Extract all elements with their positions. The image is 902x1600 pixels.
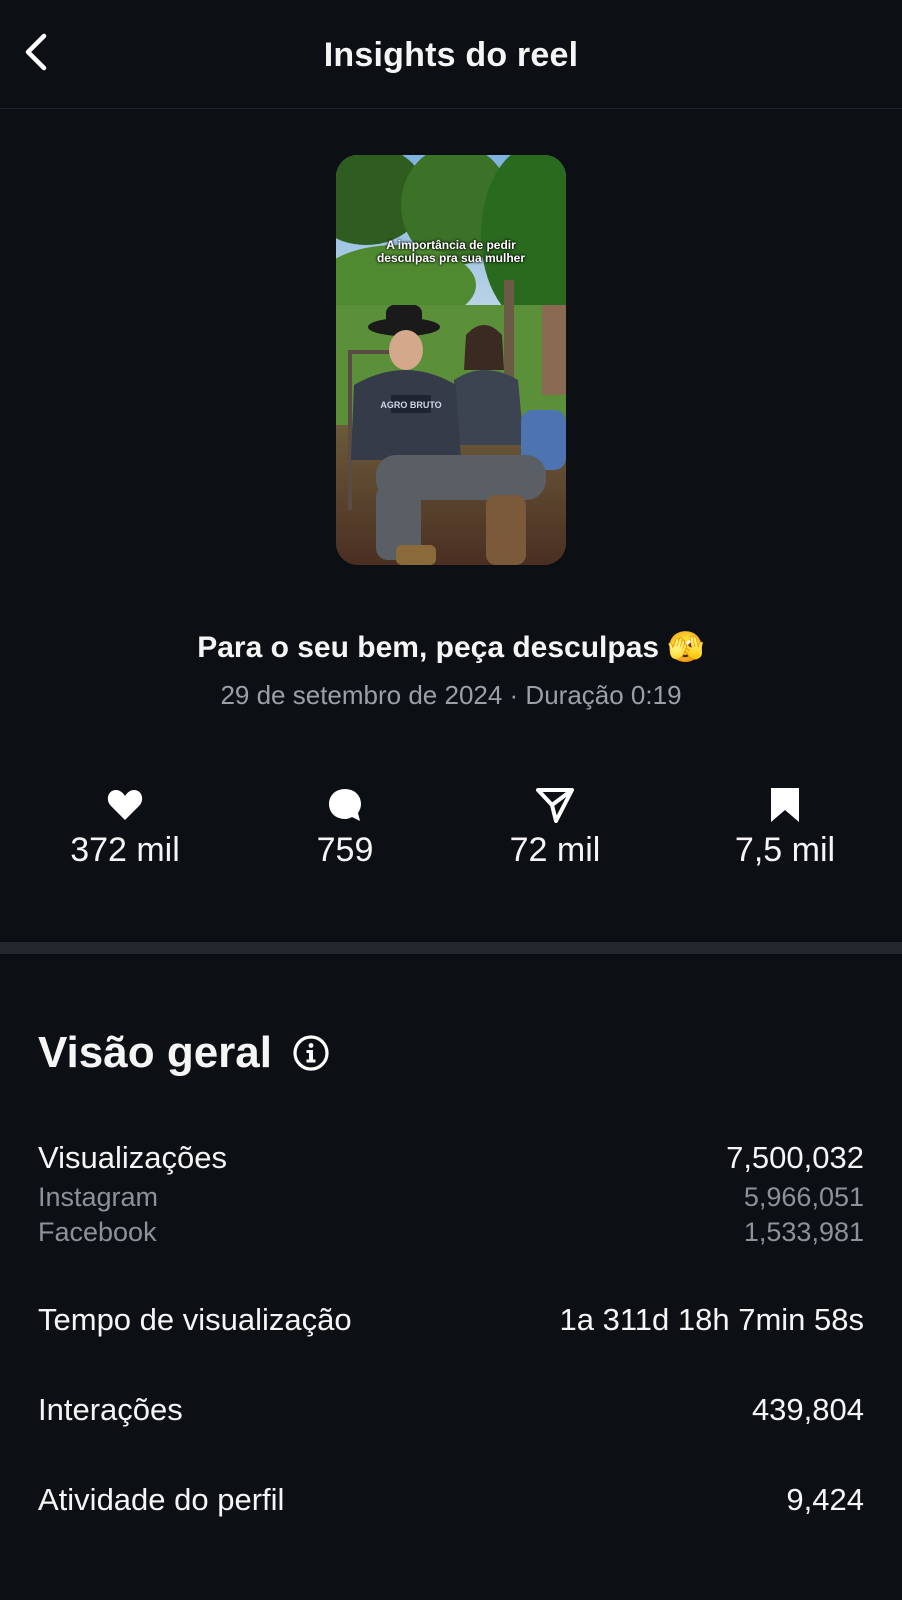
reel-thumbnail[interactable]: AGRO BRUTO A importância de pedir descul… [336, 155, 566, 565]
stat-shares: 72 mil [455, 785, 655, 870]
engagement-stats: 372 mil 759 72 mil 7,5 mil [0, 785, 902, 885]
watch-time-value: 1a 311d 18h 7min 58s [559, 1302, 865, 1337]
comment-icon [329, 789, 361, 821]
stat-comments: 759 [245, 785, 445, 870]
likes-count: 372 mil [70, 831, 180, 869]
info-icon [293, 1035, 329, 1071]
profile-activity-value: 9,424 [786, 1482, 864, 1517]
instagram-views-row: Instagram 5,966,051 [38, 1182, 864, 1213]
stat-likes: 372 mil [25, 785, 225, 870]
top-bar: Insights do reel [0, 0, 902, 109]
overview-heading: Visão geral [38, 1028, 330, 1078]
overview-title: Visão geral [38, 1028, 272, 1077]
saves-count: 7,5 mil [734, 831, 836, 869]
thumbnail-print: AGRO BRUTO [380, 400, 441, 410]
reel-thumbnail-image: AGRO BRUTO [336, 155, 566, 565]
watch-time-row: Tempo de visualização 1a 311d 18h 7min 5… [38, 1302, 864, 1338]
send-icon [536, 788, 574, 823]
instagram-value: 5,966,051 [743, 1182, 864, 1212]
reel-title: Para o seu bem, peça desculpas 🫣 [197, 631, 705, 664]
facebook-label: Facebook [38, 1217, 157, 1247]
watch-time-label: Tempo de visualização [38, 1302, 352, 1337]
views-row: Visualizações 7,500,032 [38, 1140, 864, 1176]
interactions-row[interactable]: Interações 439,804 [38, 1392, 864, 1428]
interactions-value: 439,804 [751, 1392, 864, 1427]
facebook-views-row: Facebook 1,533,981 [38, 1217, 864, 1248]
instagram-label: Instagram [38, 1182, 159, 1212]
bookmark-icon [771, 788, 799, 822]
stat-saves: 7,5 mil [685, 785, 885, 870]
views-value: 7,500,032 [726, 1140, 864, 1175]
heart-icon [107, 790, 143, 820]
info-button[interactable] [292, 1034, 330, 1072]
views-label: Visualizações [38, 1140, 227, 1175]
thumbnail-caption: A importância de pedir desculpas pra sua… [376, 238, 526, 265]
shares-count: 72 mil [509, 831, 601, 869]
profile-activity-label: Atividade do perfil [38, 1482, 285, 1517]
section-divider [0, 942, 902, 954]
facebook-value: 1,533,981 [743, 1217, 864, 1247]
interactions-label: Interações [38, 1392, 183, 1427]
page-title: Insights do reel [323, 36, 579, 74]
comments-count: 759 [316, 831, 374, 869]
profile-activity-row[interactable]: Atividade do perfil 9,424 [38, 1482, 864, 1518]
reel-meta: 29 de setembro de 2024 · Duração 0:19 [220, 680, 682, 710]
